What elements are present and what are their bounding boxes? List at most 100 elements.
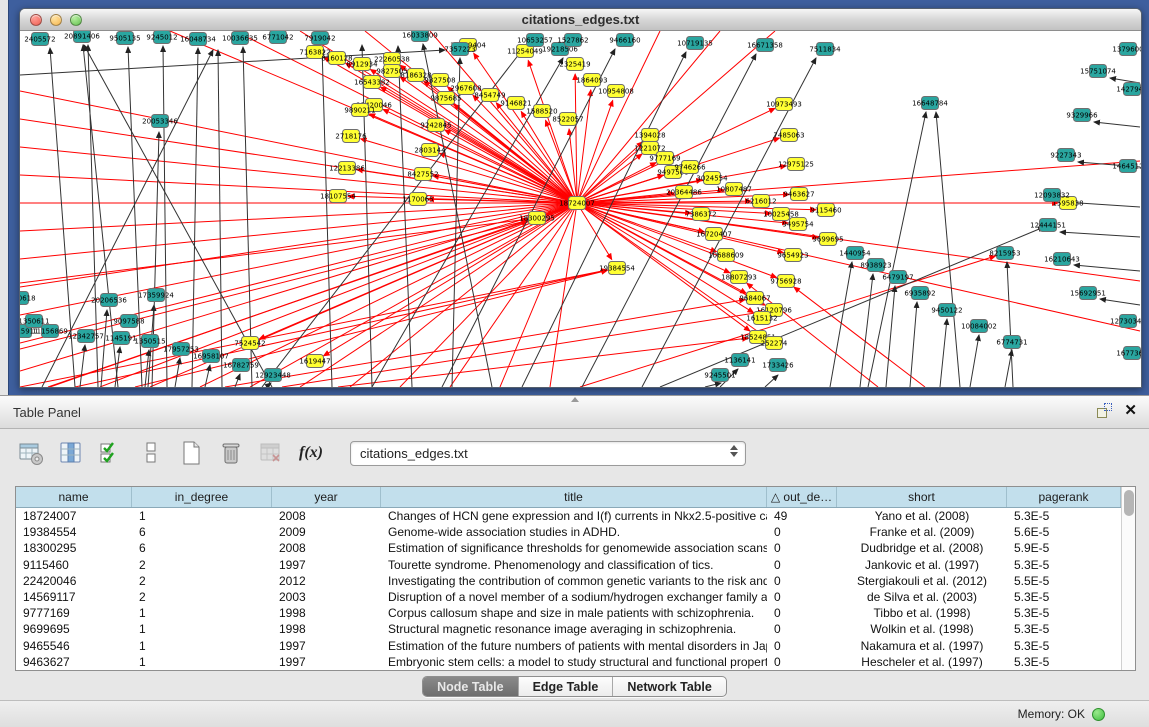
unselect-all-button[interactable] bbox=[136, 438, 166, 468]
select-all-button[interactable] bbox=[96, 438, 126, 468]
graph-node[interactable]: 9654923 bbox=[777, 249, 808, 262]
graph-node[interactable]: 10973493 bbox=[766, 98, 802, 111]
column-header-short[interactable]: short bbox=[837, 487, 1007, 507]
graph-node[interactable]: 16033809 bbox=[402, 31, 438, 42]
table-selector-dropdown[interactable]: citations_edges.txt bbox=[350, 441, 746, 466]
graph-node[interactable]: 9245012 bbox=[146, 31, 177, 44]
graph-node[interactable]: 16671358 bbox=[747, 39, 783, 52]
column-header-in_degree[interactable]: in_degree bbox=[132, 487, 272, 507]
graph-node[interactable]: 16048734 bbox=[180, 33, 216, 46]
tab-edge-table[interactable]: Edge Table bbox=[519, 677, 614, 696]
network-canvas[interactable]: 1872400771638228160128891293422260538982… bbox=[20, 31, 1141, 387]
graph-node[interactable]: 9227343 bbox=[1050, 149, 1081, 162]
network-view-window[interactable]: citations_edges.txt 18724007716382281601… bbox=[19, 8, 1142, 388]
close-panel-icon[interactable]: ✕ bbox=[1124, 403, 1137, 418]
graph-node[interactable]: 12975125 bbox=[778, 158, 814, 171]
delete-columns-button[interactable] bbox=[216, 438, 246, 468]
graph-node[interactable]: 1145191 bbox=[105, 332, 136, 345]
graph-node-label: 8522057 bbox=[552, 116, 583, 124]
graph-node[interactable]: 20891406 bbox=[64, 31, 100, 43]
graph-node[interactable]: 1350515 bbox=[134, 335, 165, 348]
graph-node[interactable]: 9450122 bbox=[931, 304, 962, 317]
graph-node[interactable]: 16648784 bbox=[912, 97, 948, 110]
table-row[interactable]: 1938455462009Genome-wide association stu… bbox=[16, 524, 1121, 540]
network-window-titlebar[interactable]: citations_edges.txt bbox=[20, 9, 1141, 31]
graph-node[interactable]: 9505135 bbox=[109, 32, 140, 45]
show-hide-columns-button[interactable] bbox=[56, 438, 86, 468]
column-header-out_de[interactable]: △ out_de… bbox=[767, 487, 837, 507]
delete-table-button[interactable] bbox=[256, 438, 286, 468]
graph-node[interactable]: 10719135 bbox=[677, 37, 713, 50]
graph-node[interactable]: 2718176 bbox=[335, 130, 367, 143]
graph-node[interactable]: 6771042 bbox=[262, 31, 293, 44]
graph-node[interactable]: 10036635 bbox=[222, 32, 258, 45]
tab-node-table[interactable]: Node Table bbox=[423, 677, 518, 696]
graph-node[interactable]: 1464512 bbox=[1112, 160, 1141, 173]
graph-node[interactable]: 1677364 bbox=[1116, 347, 1141, 360]
scrollbar-thumb[interactable] bbox=[1124, 490, 1134, 516]
graph-node[interactable]: 7511834 bbox=[809, 43, 841, 56]
graph-node[interactable]: 3024554 bbox=[696, 172, 728, 185]
graph-node[interactable]: 1136141 bbox=[724, 354, 755, 367]
graph-node[interactable]: 12342757 bbox=[68, 330, 104, 343]
graph-node[interactable]: 1733426 bbox=[762, 359, 794, 372]
tab-network-table[interactable]: Network Table bbox=[613, 677, 726, 696]
table-row[interactable]: 969969511998Structural magnetic resonanc… bbox=[16, 621, 1121, 637]
column-header-pagerank[interactable]: pagerank bbox=[1007, 487, 1121, 507]
graph-node-label: 12093832 bbox=[1034, 192, 1070, 200]
graph-node[interactable]: 12923448 bbox=[255, 369, 291, 382]
column-header-name[interactable]: name bbox=[16, 487, 132, 507]
graph-node[interactable]: 2405572 bbox=[24, 33, 55, 46]
graph-node[interactable]: 6935892 bbox=[904, 287, 935, 300]
graph-node[interactable]: 8938923 bbox=[860, 259, 891, 272]
table-row[interactable]: 946554611997Estimation of the future num… bbox=[16, 638, 1121, 654]
graph-node[interactable]: 9245501 bbox=[704, 369, 735, 382]
table-row[interactable]: 1456911722003Disruption of a novel membe… bbox=[16, 589, 1121, 605]
graph-node[interactable]: 6774731 bbox=[996, 336, 1027, 349]
column-header-year[interactable]: year bbox=[272, 487, 381, 507]
table-row[interactable]: 946362711997Embryonic stem cells: a mode… bbox=[16, 654, 1121, 670]
graph-node[interactable]: 9329966 bbox=[1066, 109, 1098, 122]
graph-node[interactable]: 12213386 bbox=[329, 162, 365, 175]
graph-node[interactable]: 15692951 bbox=[1070, 287, 1106, 300]
graph-node[interactable]: 16210643 bbox=[1044, 253, 1080, 266]
table-row[interactable]: 911546021997Tourette syndrome. Phenomeno… bbox=[16, 557, 1121, 573]
change-table-mode-button[interactable] bbox=[16, 438, 46, 468]
cell-in_degree: 6 bbox=[132, 524, 272, 540]
graph-node[interactable]: 10084002 bbox=[961, 320, 997, 333]
graph-node[interactable]: 18807293 bbox=[721, 271, 757, 284]
graph-node[interactable]: 9466160 bbox=[609, 34, 640, 47]
table-vertical-scrollbar[interactable] bbox=[1121, 487, 1135, 670]
graph-node[interactable]: 1379600 bbox=[1112, 43, 1141, 56]
graph-node[interactable]: 2325419 bbox=[559, 58, 590, 71]
table-row[interactable]: 1830029562008Estimation of significance … bbox=[16, 540, 1121, 556]
graph-node[interactable]: 20364486 bbox=[666, 186, 702, 199]
graph-node[interactable]: 7919042 bbox=[304, 32, 335, 45]
graph-node[interactable]: 8215953 bbox=[989, 247, 1020, 260]
column-header-title[interactable]: title bbox=[381, 487, 767, 507]
graph-node[interactable]: 1440954 bbox=[839, 247, 871, 260]
cell-in_degree: 2 bbox=[132, 573, 272, 589]
table-row[interactable]: 977716911998Corpus callosum shape and si… bbox=[16, 605, 1121, 621]
graph-node[interactable]: 1864093 bbox=[576, 74, 607, 87]
splitter-grip-icon[interactable] bbox=[571, 397, 579, 402]
create-new-column-button[interactable] bbox=[176, 438, 206, 468]
memory-status-icon[interactable] bbox=[1092, 708, 1105, 721]
cell-name: 18724007 bbox=[16, 508, 132, 524]
graph-node[interactable]: 15751074 bbox=[1080, 65, 1116, 78]
graph-node[interactable]: 9463627 bbox=[783, 188, 814, 201]
graph-node[interactable]: 12444151 bbox=[1030, 219, 1066, 232]
table-row[interactable]: 2242004622012Investigating the contribut… bbox=[16, 573, 1121, 589]
graph-node[interactable]: 10807487 bbox=[716, 183, 752, 196]
graph-node[interactable]: 19384554 bbox=[599, 262, 635, 275]
graph-node[interactable]: 20206536 bbox=[91, 294, 127, 307]
function-builder-button[interactable]: f(x) bbox=[296, 438, 326, 468]
graph-node-label: 9746266 bbox=[674, 164, 706, 172]
table-row[interactable]: 1872400712008Changes of HCN gene express… bbox=[16, 508, 1121, 524]
graph-node[interactable]: 1427946 bbox=[1116, 83, 1141, 96]
float-panel-icon[interactable] bbox=[1097, 403, 1112, 418]
graph-node[interactable]: 9699695 bbox=[812, 233, 843, 246]
graph-node[interactable]: 9115460 bbox=[810, 204, 841, 217]
graph-node[interactable]: 6479197 bbox=[882, 271, 913, 284]
graph-node[interactable]: 1150618 bbox=[20, 292, 36, 305]
